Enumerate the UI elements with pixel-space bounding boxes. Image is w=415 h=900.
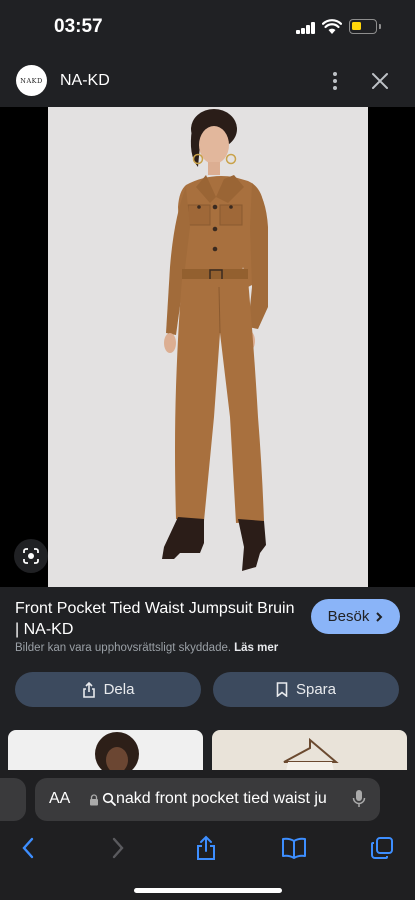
copyright-text: Bilder kan vara upphovsrättsligt skyddad… bbox=[15, 642, 232, 654]
product-photo[interactable] bbox=[48, 107, 368, 587]
lock-icon bbox=[90, 794, 98, 806]
bookmark-icon bbox=[276, 682, 288, 697]
status-bar: 03:57 bbox=[0, 0, 415, 56]
copyright-notice: Bilder kan vara upphovsrättsligt skyddad… bbox=[15, 642, 278, 654]
tabs-button[interactable] bbox=[368, 834, 396, 862]
read-more-link[interactable]: Läs mer bbox=[234, 642, 278, 654]
bookmarks-button[interactable] bbox=[280, 834, 308, 862]
visit-button-label: Besök bbox=[327, 608, 370, 625]
reader-aa-button[interactable]: AA bbox=[49, 790, 70, 808]
chevron-right-icon bbox=[376, 611, 383, 622]
address-bar[interactable]: AA nakd front pocket tied waist ju bbox=[35, 778, 380, 821]
more-options-icon[interactable] bbox=[323, 69, 347, 93]
share-icon bbox=[82, 681, 95, 698]
cellular-signal-icon bbox=[296, 22, 316, 34]
site-name[interactable]: NA-KD bbox=[60, 72, 110, 90]
chevron-left-icon bbox=[22, 837, 34, 859]
tabs-icon bbox=[371, 837, 393, 859]
chevron-right-icon bbox=[112, 837, 124, 859]
battery-icon bbox=[349, 19, 381, 34]
save-button[interactable]: Spara bbox=[213, 672, 399, 707]
back-button[interactable] bbox=[14, 834, 42, 862]
search-icon bbox=[102, 792, 116, 806]
microphone-icon[interactable] bbox=[352, 789, 366, 809]
address-text[interactable]: nakd front pocket tied waist ju bbox=[116, 790, 341, 808]
forward-button[interactable] bbox=[104, 834, 132, 862]
jumpsuit-model-image bbox=[162, 109, 268, 571]
safari-share-button[interactable] bbox=[192, 834, 220, 862]
close-icon[interactable] bbox=[368, 69, 392, 93]
image-viewer[interactable] bbox=[0, 107, 415, 587]
product-title[interactable]: Front Pocket Tied Waist Jumpsuit Bruin |… bbox=[15, 598, 300, 640]
wifi-icon bbox=[322, 19, 342, 34]
home-indicator[interactable] bbox=[134, 888, 282, 893]
status-time: 03:57 bbox=[54, 16, 103, 37]
site-logo: NAKD bbox=[16, 65, 47, 96]
share-button-label: Dela bbox=[103, 681, 135, 698]
visit-button[interactable]: Besök bbox=[311, 599, 400, 634]
google-lens-icon[interactable] bbox=[14, 539, 48, 573]
share-button[interactable]: Dela bbox=[15, 672, 201, 707]
save-button-label: Spara bbox=[295, 681, 337, 698]
previous-tab-preview[interactable] bbox=[0, 778, 26, 821]
safari-toolbar: AA nakd front pocket tied waist ju bbox=[0, 770, 415, 900]
share-icon bbox=[197, 835, 215, 860]
viewer-header: NAKD NA-KD bbox=[0, 56, 415, 106]
book-icon bbox=[282, 837, 306, 859]
